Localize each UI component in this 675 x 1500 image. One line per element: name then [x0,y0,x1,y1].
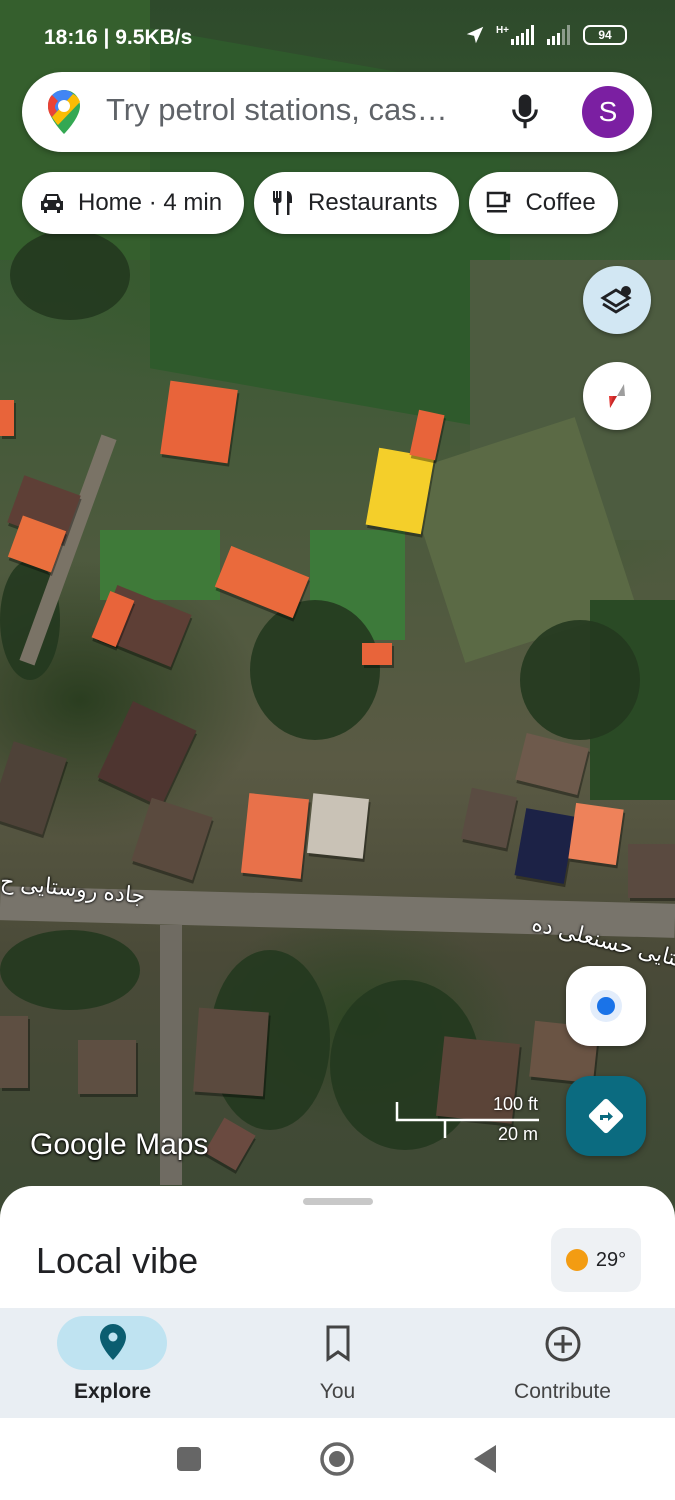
compass-icon [609,384,625,408]
scale-imperial: 100 ft [492,1094,538,1114]
avatar[interactable]: S [582,86,634,138]
building-roof [307,793,369,859]
building-roof [78,1040,136,1094]
maps-logo-icon [48,90,80,134]
home-button-icon[interactable] [318,1440,356,1478]
add-circle-icon [545,1326,581,1362]
explore-pin-icon [100,1324,126,1360]
map-tree [10,230,130,320]
nav-label: You [319,1380,356,1403]
layers-button[interactable] [583,266,651,334]
nav-label: Explore [73,1380,152,1403]
quick-chips: Home · 4 min Restaurants Coffee [22,172,618,234]
status-time: 18:16 | 9.5KB/s [44,26,193,49]
location-arrow-icon [466,26,484,44]
bottom-sheet[interactable]: Local vibe 29° [0,1186,675,1316]
search-bar[interactable]: Try petrol stations, cas… S [22,72,652,152]
car-icon [41,194,63,213]
back-button-icon[interactable] [470,1442,500,1476]
signal-icon [511,25,534,45]
directions-icon [588,1098,624,1134]
signal-icon-2 [547,25,570,45]
nav-you[interactable]: You [225,1308,450,1418]
building-roof [0,741,67,835]
building-roof [193,1007,269,1097]
building-roof [0,1016,28,1088]
layers-icon [600,286,632,314]
network-type-label: H+ [495,24,509,36]
building-roof [514,808,576,884]
my-location-icon [590,990,622,1022]
building-roof [204,1117,256,1171]
map-scale: 100 ft 20 m [392,1094,542,1144]
building-roof [160,380,238,464]
building-roof [97,701,197,807]
map-tree [250,600,380,740]
my-location-button[interactable] [566,966,646,1046]
search-input[interactable]: Try petrol stations, cas… [106,92,486,132]
chip-label: Coffee [525,189,596,216]
sheet-drag-handle[interactable] [303,1198,373,1205]
chip-home[interactable]: Home · 4 min [22,172,245,234]
google-maps-watermark: Google Maps [30,1128,209,1161]
building-roof [461,787,517,849]
directions-button[interactable] [566,1076,646,1156]
map-tree [520,620,640,740]
fork-knife-icon [273,191,293,215]
nav-explore[interactable]: Explore [0,1308,225,1418]
system-nav-bar [0,1418,675,1500]
building-roof [515,732,589,796]
bookmark-icon [326,1325,350,1362]
coffee-cup-icon [487,191,511,213]
map-tree [0,930,140,1010]
status-bar: 18:16 | 9.5KB/s H+ 94 [0,0,675,70]
mic-icon[interactable] [510,92,540,132]
building-roof [214,545,310,619]
chip-restaurants[interactable]: Restaurants [254,172,460,234]
building-roof [409,409,445,461]
building-roof [628,844,675,898]
building-roof [240,793,310,879]
battery-icon: 94 [583,25,627,45]
temperature: 29° [595,1248,627,1271]
chip-label: Home · 4 min [78,189,223,216]
status-icons: H+ 94 [464,24,627,46]
building-roof [0,400,14,436]
building-roof [362,643,392,665]
building-roof [131,797,213,881]
sun-icon [565,1249,588,1271]
compass-button[interactable] [583,362,651,430]
chip-label: Restaurants [308,189,438,216]
chip-coffee[interactable]: Coffee [469,172,618,234]
building-roof [568,802,624,866]
weather-chip[interactable]: 29° [551,1228,641,1292]
sheet-title: Local vibe [36,1240,199,1281]
bottom-nav: Explore You Contribute [0,1308,675,1418]
nav-contribute[interactable]: Contribute [450,1308,675,1418]
nav-label: Contribute [514,1380,611,1403]
recents-button-icon[interactable] [174,1444,204,1474]
scale-metric: 20 m [497,1124,538,1144]
